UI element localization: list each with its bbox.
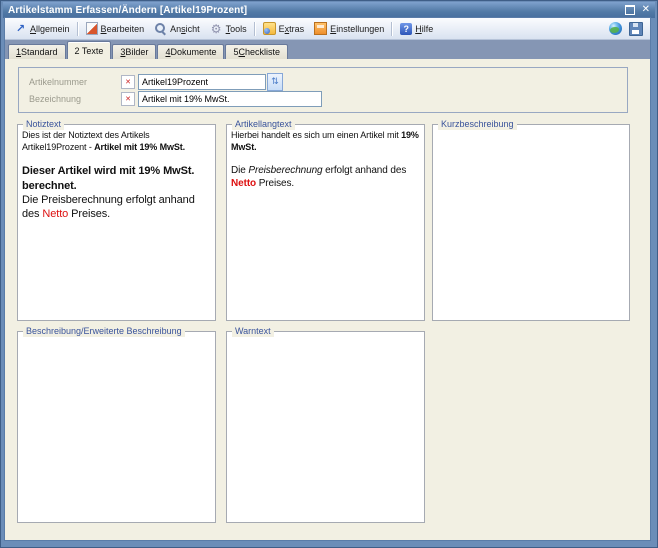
menu-item-label: Hilfe bbox=[415, 24, 433, 34]
menu-item-label: Tools bbox=[226, 24, 247, 34]
beschreibung-editor[interactable] bbox=[22, 337, 212, 519]
menu-item-label: Ansicht bbox=[170, 24, 200, 34]
field-row-artikelnummer: Artikelnummer bbox=[29, 74, 283, 90]
notiztext-editor[interactable]: Dies ist der Notiztext des Artikels Arti… bbox=[22, 130, 212, 317]
title-bar: Artikelstamm Erfassen/Ändern [Artikel19P… bbox=[3, 2, 655, 18]
menubar-separator bbox=[77, 22, 79, 36]
menu-item-label: Extras bbox=[279, 24, 305, 34]
restore-icon[interactable] bbox=[625, 5, 635, 15]
artikellangtext-legend: Artikellangtext bbox=[232, 118, 295, 130]
menu-items: Allgemein Bearbeiten Ansicht Tools Extras Ein… bbox=[9, 20, 438, 37]
menu-item-ansicht[interactable]: Ansicht bbox=[149, 20, 205, 37]
menu-item-bearbeiten[interactable]: Bearbeiten bbox=[81, 20, 150, 37]
menu-item-label: Bearbeiten bbox=[101, 24, 145, 34]
rich-paragraph: Dies ist der Notiztext des Artikels Arti… bbox=[22, 130, 212, 153]
kurzbeschreibung-legend: Kurzbeschreibung bbox=[438, 118, 517, 130]
tab-4-dokumente[interactable]: 4 Dokumente bbox=[157, 44, 224, 59]
menu-item-einstellungen[interactable]: Einstellungen bbox=[309, 20, 389, 37]
arrow-icon bbox=[14, 22, 27, 35]
menubar-separator bbox=[254, 22, 256, 36]
extras-icon bbox=[263, 22, 276, 35]
notiztext-legend: Notiztext bbox=[23, 118, 64, 130]
bezeichnung-label: Bezeichnung bbox=[29, 94, 121, 104]
close-icon[interactable]: ✕ bbox=[642, 5, 650, 15]
help-icon bbox=[400, 23, 412, 35]
window-body: Allgemein Bearbeiten Ansicht Tools Extras Ein… bbox=[5, 18, 650, 540]
page-content: Artikelnummer Bezeichnung Notiztext Dies… bbox=[5, 59, 650, 540]
menubar-separator bbox=[391, 22, 393, 36]
window-controls: ✕ bbox=[625, 5, 650, 15]
app-window: Artikelstamm Erfassen/Ändern [Artikel19P… bbox=[0, 0, 658, 548]
menu-item-extras[interactable]: Extras bbox=[258, 20, 310, 37]
tab-3-bilder[interactable]: 3 Bilder bbox=[112, 44, 156, 59]
edit-icon bbox=[86, 22, 98, 35]
view-icon bbox=[154, 22, 167, 35]
warntext-legend: Warntext bbox=[232, 325, 274, 337]
menu-item-tools[interactable]: Tools bbox=[205, 20, 252, 37]
artikelnummer-input[interactable] bbox=[138, 74, 266, 90]
window-title: Artikelstamm Erfassen/Ändern [Artikel19P… bbox=[8, 5, 247, 16]
menu-bar: Allgemein Bearbeiten Ansicht Tools Extras Ein… bbox=[5, 18, 650, 40]
menu-item-label: Allgemein bbox=[30, 24, 70, 34]
beschreibung-legend: Beschreibung/Erweiterte Beschreibung bbox=[23, 325, 185, 337]
article-header-panel: Artikelnummer Bezeichnung bbox=[18, 67, 628, 113]
tab-1-standard[interactable]: 1 Standard bbox=[8, 44, 66, 59]
toolbar-right bbox=[609, 22, 646, 36]
groupbox-beschreibung: Beschreibung/Erweiterte Beschreibung bbox=[17, 331, 216, 523]
lookup-arrows-icon[interactable] bbox=[267, 73, 283, 91]
rich-paragraph: Hierbei handelt es sich um einen Artikel… bbox=[231, 130, 421, 153]
kurzbeschreibung-editor[interactable] bbox=[437, 130, 626, 317]
groupbox-warntext: Warntext bbox=[226, 331, 425, 523]
artikellangtext-editor[interactable]: Hierbei handelt es sich um einen Artikel… bbox=[231, 130, 421, 317]
save-icon[interactable] bbox=[629, 22, 643, 36]
gear-icon bbox=[210, 22, 223, 35]
artikelnummer-label: Artikelnummer bbox=[29, 77, 121, 87]
settings-icon bbox=[314, 22, 327, 35]
menu-item-label: Einstellungen bbox=[330, 24, 384, 34]
rich-paragraph: Die Preisberechnung erfolgt anhand des N… bbox=[22, 193, 212, 222]
warntext-editor[interactable] bbox=[231, 337, 421, 519]
menu-item-hilfe[interactable]: Hilfe bbox=[395, 21, 438, 37]
menu-item-allgemein[interactable]: Allgemein bbox=[9, 20, 75, 37]
bezeichnung-input[interactable] bbox=[138, 91, 322, 107]
clear-x-icon[interactable] bbox=[121, 92, 135, 106]
groupbox-notiztext: Notiztext Dies ist der Notiztext des Art… bbox=[17, 124, 216, 321]
groupbox-kurzbeschreibung: Kurzbeschreibung bbox=[432, 124, 630, 321]
tab-strip: 1 Standard2 Texte3 Bilder4 Dokumente5 Ch… bbox=[5, 40, 650, 59]
tab-5-checkliste[interactable]: 5 Checkliste bbox=[225, 44, 288, 59]
rich-paragraph: Die Preisberechnung erfolgt anhand des N… bbox=[231, 164, 421, 190]
groupbox-artikellangtext: Artikellangtext Hierbei handelt es sich … bbox=[226, 124, 425, 321]
tab-2-texte[interactable]: 2 Texte bbox=[67, 41, 112, 59]
clear-x-icon[interactable] bbox=[121, 75, 135, 89]
field-row-bezeichnung: Bezeichnung bbox=[29, 91, 322, 107]
rich-paragraph: Dieser Artikel wird mit 19% MwSt. berech… bbox=[22, 164, 212, 193]
globe-icon[interactable] bbox=[609, 22, 622, 35]
